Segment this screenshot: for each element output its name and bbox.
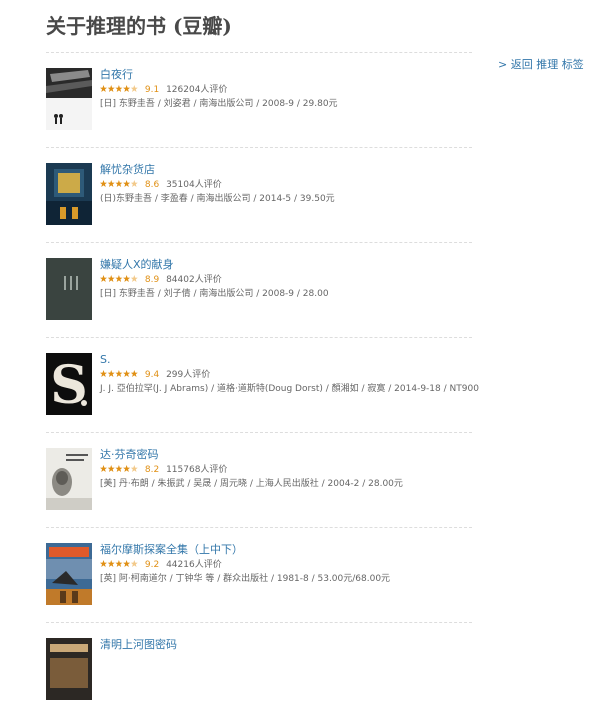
book-item: 福尔摩斯探案全集（上中下） 9.2 44216人评价 [英] 阿·柯南道尔 / …	[46, 527, 472, 622]
book-cover[interactable]	[46, 448, 92, 510]
book-rating: 9.4 299人评价	[100, 369, 472, 381]
book-rating: 9.1 126204人评价	[100, 84, 472, 96]
book-rating: 8.2 115768人评价	[100, 464, 472, 476]
book-item: 解忧杂货店 8.6 35104人评价 (日)东野圭吾 / 李盈春 / 南海出版公…	[46, 147, 472, 242]
book-item: 嫌疑人X的献身 8.9 84402人评价 [日] 东野圭吾 / 刘子倩 / 南海…	[46, 242, 472, 337]
book-pub-info: J. J. 亞伯拉罕(J. J Abrams) / 道格·道斯特(Doug Do…	[100, 384, 479, 394]
rating-score: 9.2	[144, 560, 160, 570]
rating-count: 35104人评价	[166, 180, 222, 190]
book-cover[interactable]	[46, 258, 92, 320]
rating-score: 8.2	[144, 465, 160, 475]
book-title-link[interactable]: 达·芬奇密码	[100, 448, 472, 462]
book-pub-info: [日] 东野圭吾 / 刘姿君 / 南海出版公司 / 2008-9 / 29.80…	[100, 99, 338, 109]
svg-text:S: S	[50, 355, 88, 415]
rating-stars-icon	[100, 275, 138, 282]
book-item: 达·芬奇密码 8.2 115768人评价 [美] 丹·布朗 / 朱振武 / 吴晟…	[46, 432, 472, 527]
rating-stars-icon	[100, 465, 138, 472]
rating-count: 84402人评价	[166, 275, 222, 285]
back-to-tag-link[interactable]: > 返回 推理 标签	[498, 56, 584, 72]
rating-score: 9.4	[144, 370, 160, 380]
page: 关于推理的书 (豆瓣) > 返回 推理 标签 白夜行 9.1 126204人评价…	[0, 0, 600, 700]
book-rating: 8.6 35104人评价	[100, 179, 472, 191]
rating-count: 299人评价	[166, 370, 211, 380]
rating-stars-icon	[100, 180, 138, 187]
book-cover[interactable]: S	[46, 353, 92, 415]
book-title-link[interactable]: 解忧杂货店	[100, 163, 472, 177]
page-title: 关于推理的书 (豆瓣)	[46, 14, 232, 38]
book-title-link[interactable]: 清明上河图密码	[100, 638, 472, 652]
book-rating: 9.2 44216人评价	[100, 559, 472, 571]
book-title-link[interactable]: 白夜行	[100, 68, 472, 82]
book-cover[interactable]	[46, 638, 92, 700]
rating-count: 126204人评价	[166, 85, 228, 95]
book-rating: 8.9 84402人评价	[100, 274, 472, 286]
book-title-link[interactable]: S.	[100, 353, 472, 367]
book-cover[interactable]	[46, 543, 92, 605]
book-pub-info: [日] 东野圭吾 / 刘子倩 / 南海出版公司 / 2008-9 / 28.00	[100, 289, 329, 299]
rating-score: 9.1	[144, 85, 160, 95]
book-title-link[interactable]: 嫌疑人X的献身	[100, 258, 472, 272]
rating-score: 8.9	[144, 275, 160, 285]
book-item: 白夜行 9.1 126204人评价 [日] 东野圭吾 / 刘姿君 / 南海出版公…	[46, 52, 472, 147]
book-item: S S. 9.4 299人评价 J. J. 亞伯拉罕(J. J Abrams) …	[46, 337, 479, 432]
rating-stars-icon	[100, 85, 138, 92]
book-cover[interactable]	[46, 163, 92, 225]
rating-stars-icon	[100, 370, 138, 377]
book-cover[interactable]	[46, 68, 92, 130]
book-pub-info: [美] 丹·布朗 / 朱振武 / 吴晟 / 周元晓 / 上海人民出版社 / 20…	[100, 479, 403, 489]
book-pub-info: [英] 阿·柯南道尔 / 丁钟华 等 / 群众出版社 / 1981-8 / 53…	[100, 574, 391, 584]
rating-stars-icon	[100, 560, 138, 567]
book-pub-info: (日)东野圭吾 / 李盈春 / 南海出版公司 / 2014-5 / 39.50元	[100, 194, 335, 204]
book-item: 清明上河图密码	[46, 622, 472, 717]
rating-score: 8.6	[144, 180, 160, 190]
book-list: 白夜行 9.1 126204人评价 [日] 东野圭吾 / 刘姿君 / 南海出版公…	[46, 52, 479, 717]
rating-count: 44216人评价	[166, 560, 222, 570]
rating-count: 115768人评价	[166, 465, 228, 475]
book-title-link[interactable]: 福尔摩斯探案全集（上中下）	[100, 543, 472, 557]
